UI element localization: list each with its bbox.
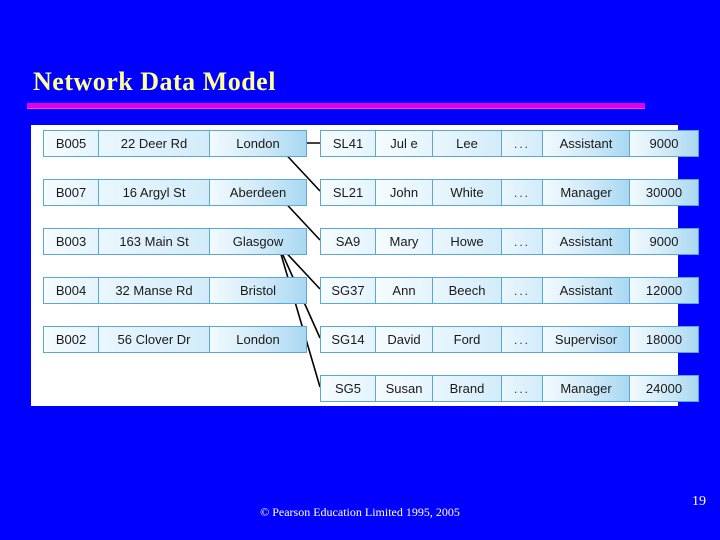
cell-staff-last: Brand <box>432 375 502 402</box>
cell-staff-last: Lee <box>432 130 502 157</box>
table-row[interactable]: B003 163 Main St Glasgow <box>43 228 307 255</box>
cell-branch-street: 32 Manse Rd <box>98 277 210 304</box>
table-row[interactable]: B005 22 Deer Rd London <box>43 130 307 157</box>
cell-staff-id: SL41 <box>320 130 376 157</box>
copyright-footer: © Pearson Education Limited 1995, 2005 <box>260 505 460 519</box>
table-row[interactable]: SL21 John White ... Manager 30000 <box>320 179 699 206</box>
cell-staff-first: Mary <box>375 228 433 255</box>
cell-staff-ellipsis: ... <box>501 326 543 353</box>
cell-staff-position: Assistant <box>542 277 630 304</box>
cell-branch-street: 22 Deer Rd <box>98 130 210 157</box>
cell-staff-first: Ann <box>375 277 433 304</box>
cell-branch-street: 56 Clover Dr <box>98 326 210 353</box>
cell-staff-id: SG5 <box>320 375 376 402</box>
cell-branch-street: 163 Main St <box>98 228 210 255</box>
cell-staff-first: John <box>375 179 433 206</box>
cell-branch-city: Bristol <box>209 277 307 304</box>
cell-staff-salary: 9000 <box>629 228 699 255</box>
table-row[interactable]: SG14 David Ford ... Supervisor 18000 <box>320 326 699 353</box>
cell-staff-position: Supervisor <box>542 326 630 353</box>
cell-branch-city: Glasgow <box>209 228 307 255</box>
table-row[interactable]: B002 56 Clover Dr London <box>43 326 307 353</box>
connector-lines <box>277 142 321 388</box>
cell-branch-city: London <box>209 130 307 157</box>
title-underline-rule <box>27 103 645 108</box>
table-row[interactable]: SL41 Jul e Lee ... Assistant 9000 <box>320 130 699 157</box>
cell-staff-position: Assistant <box>542 228 630 255</box>
cell-staff-ellipsis: ... <box>501 179 543 206</box>
cell-staff-ellipsis: ... <box>501 228 543 255</box>
cell-branch-id: B007 <box>43 179 99 206</box>
cell-branch-id: B004 <box>43 277 99 304</box>
cell-staff-last: Howe <box>432 228 502 255</box>
cell-staff-first: Jul e <box>375 130 433 157</box>
table-row[interactable]: SG37 Ann Beech ... Assistant 12000 <box>320 277 699 304</box>
cell-staff-ellipsis: ... <box>501 375 543 402</box>
cell-staff-id: SG14 <box>320 326 376 353</box>
cell-branch-id: B003 <box>43 228 99 255</box>
page-title: Network Data Model <box>33 67 276 96</box>
cell-branch-street: 16 Argyl St <box>98 179 210 206</box>
cell-branch-city: London <box>209 326 307 353</box>
cell-staff-ellipsis: ... <box>501 130 543 157</box>
cell-staff-salary: 9000 <box>629 130 699 157</box>
table-row[interactable]: SG5 Susan Brand ... Manager 24000 <box>320 375 699 402</box>
cell-staff-id: SG37 <box>320 277 376 304</box>
cell-branch-city: Aberdeen <box>209 179 307 206</box>
cell-staff-salary: 24000 <box>629 375 699 402</box>
cell-staff-last: White <box>432 179 502 206</box>
cell-staff-id: SL21 <box>320 179 376 206</box>
table-row[interactable]: B007 16 Argyl St Aberdeen <box>43 179 307 206</box>
connector-b003-sg5 <box>277 243 321 388</box>
cell-staff-last: Ford <box>432 326 502 353</box>
cell-staff-first: Susan <box>375 375 433 402</box>
cell-staff-salary: 12000 <box>629 277 699 304</box>
cell-staff-ellipsis: ... <box>501 277 543 304</box>
cell-staff-position: Assistant <box>542 130 630 157</box>
cell-staff-salary: 18000 <box>629 326 699 353</box>
cell-staff-id: SA9 <box>320 228 376 255</box>
cell-staff-position: Manager <box>542 375 630 402</box>
cell-staff-first: David <box>375 326 433 353</box>
cell-branch-id: B002 <box>43 326 99 353</box>
cell-branch-id: B005 <box>43 130 99 157</box>
table-row[interactable]: B004 32 Manse Rd Bristol <box>43 277 307 304</box>
diagram-panel: B005 22 Deer Rd London B007 16 Argyl St … <box>31 125 699 406</box>
cell-staff-salary: 30000 <box>629 179 699 206</box>
table-row[interactable]: SA9 Mary Howe ... Assistant 9000 <box>320 228 699 255</box>
page-number: 19 <box>692 494 706 509</box>
cell-staff-last: Beech <box>432 277 502 304</box>
cell-staff-position: Manager <box>542 179 630 206</box>
